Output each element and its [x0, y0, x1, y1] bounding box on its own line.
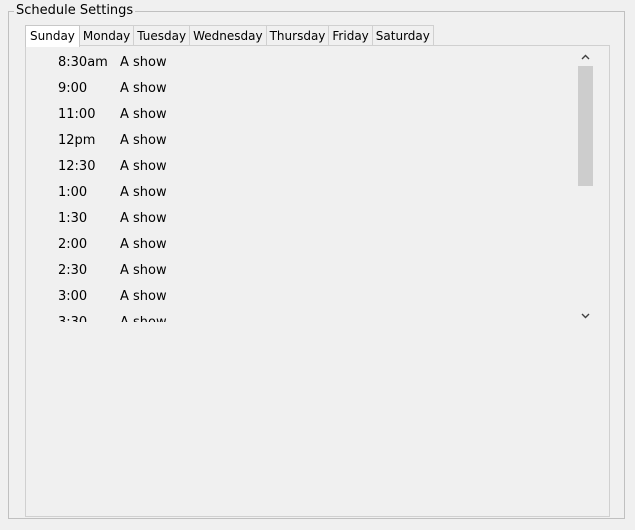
- schedule-row[interactable]: 12:30 A show: [30, 154, 577, 180]
- tab-tuesday[interactable]: Tuesday: [133, 25, 191, 46]
- schedule-row[interactable]: 9:00 A show: [30, 76, 577, 102]
- row-time: 2:00: [58, 237, 88, 252]
- tab-saturday[interactable]: Saturday: [371, 25, 434, 46]
- row-time: 2:30: [58, 263, 88, 278]
- row-show: A show: [120, 211, 167, 226]
- chevron-up-icon[interactable]: [577, 48, 594, 65]
- schedule-row[interactable]: 3:30 A show: [30, 310, 577, 322]
- row-time: 3:30: [58, 310, 87, 322]
- tab-monday[interactable]: Monday: [78, 25, 135, 46]
- row-show: A show: [120, 107, 167, 122]
- row-time: 9:00: [58, 81, 88, 96]
- schedule-row[interactable]: 2:30 A show: [30, 258, 577, 284]
- row-time: 3:00: [58, 289, 88, 304]
- schedule-scrollbar[interactable]: [577, 48, 594, 324]
- row-time: 1:30: [58, 211, 88, 226]
- schedule-row[interactable]: 3:00 A show: [30, 284, 577, 310]
- row-show: A show: [120, 133, 167, 148]
- schedule-row[interactable]: 12pm A show: [30, 128, 577, 154]
- day-tabs: Sunday Monday Tuesday Wednesday Thursday…: [25, 25, 434, 47]
- row-time: 12pm: [58, 133, 96, 148]
- schedule-row[interactable]: 1:30 A show: [30, 206, 577, 232]
- tab-friday[interactable]: Friday: [328, 25, 373, 46]
- row-show: A show: [120, 237, 167, 252]
- row-show: A show: [120, 263, 167, 278]
- row-time: 8:30am: [58, 55, 108, 70]
- row-show: A show: [120, 55, 167, 70]
- chevron-down-icon[interactable]: [577, 307, 594, 324]
- row-time: 12:30: [58, 159, 96, 174]
- tab-wednesday[interactable]: Wednesday: [189, 25, 267, 46]
- row-show: A show: [120, 159, 167, 174]
- scroll-thumb[interactable]: [578, 66, 593, 186]
- schedule-row[interactable]: 2:00 A show: [30, 232, 577, 258]
- row-show: A show: [120, 289, 167, 304]
- tab-thursday[interactable]: Thursday: [265, 25, 330, 46]
- schedule-row[interactable]: 11:00 A show: [30, 102, 577, 128]
- tab-sunday[interactable]: Sunday: [25, 25, 80, 47]
- row-show: A show: [120, 185, 167, 200]
- schedule-row[interactable]: 1:00 A show: [30, 180, 577, 206]
- schedule-list[interactable]: 8:30am A show 9:00 A show 11:00 A show 1…: [30, 50, 577, 322]
- row-time: 1:00: [58, 185, 88, 200]
- row-show: A show: [120, 310, 167, 322]
- group-title: Schedule Settings: [14, 3, 136, 19]
- schedule-settings-window: Schedule Settings Sunday Monday Tuesday …: [0, 0, 635, 530]
- row-time: 11:00: [58, 107, 96, 122]
- row-show: A show: [120, 81, 167, 96]
- schedule-row[interactable]: 8:30am A show: [30, 50, 577, 76]
